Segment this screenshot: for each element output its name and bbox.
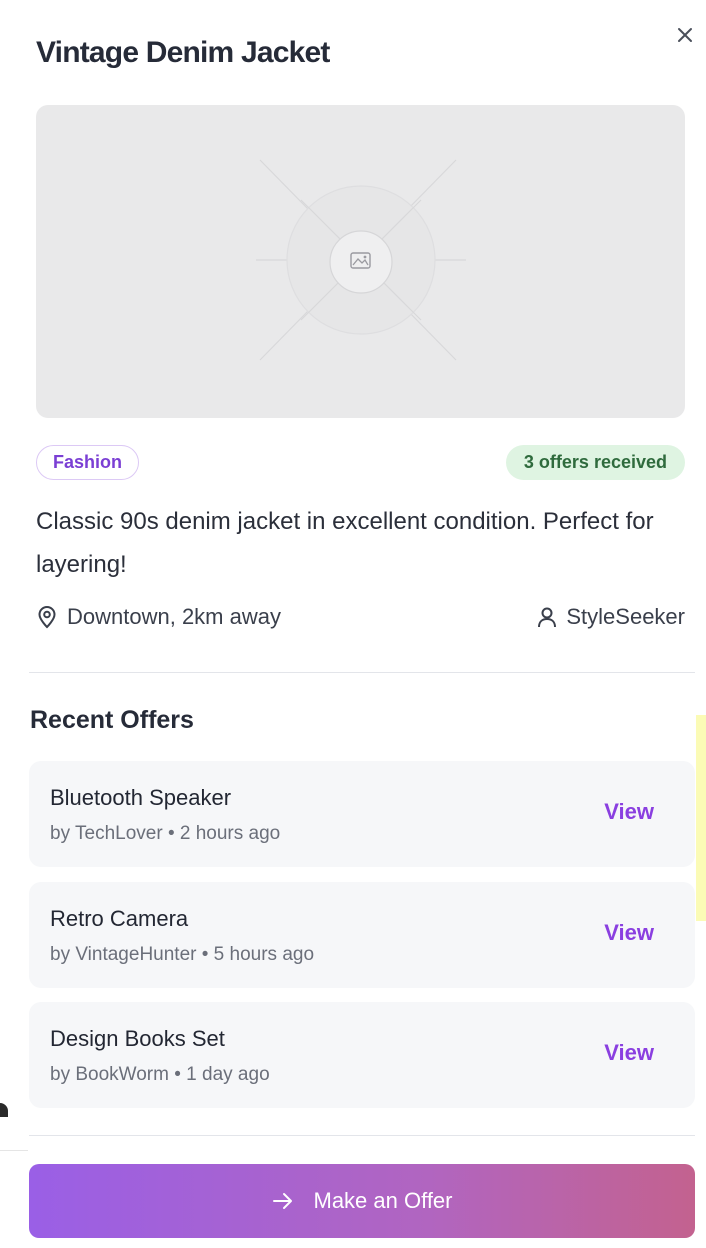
offer-item-name: Retro Camera <box>50 906 189 931</box>
footer-divider <box>29 1135 695 1136</box>
listing-title: Vintage Denim Jacket <box>36 36 330 69</box>
listing-tags: Fashion 3 offers received <box>36 445 685 481</box>
offer-card: Retro Camera by VintageHunter • 5 hours … <box>29 882 695 988</box>
arrow-right-icon <box>272 1193 292 1209</box>
location-text: Downtown, 2km away <box>67 604 281 629</box>
close-button[interactable] <box>672 22 698 48</box>
background-edge-line <box>0 1150 28 1151</box>
close-icon <box>678 28 692 42</box>
location-info: Downtown, 2km away <box>36 604 281 630</box>
offers-count-badge: 3 offers received <box>505 445 685 480</box>
offer-card: Design Books Set by BookWorm • 1 day ago… <box>29 1002 695 1108</box>
make-offer-label: Make an Offer <box>313 1188 453 1213</box>
view-offer-button[interactable]: View <box>604 799 654 825</box>
user-icon <box>538 607 557 628</box>
section-divider <box>29 672 695 673</box>
listing-modal: Vintage Denim Jacket Fashion 3 offers re… <box>0 0 706 1248</box>
offer-item-meta: by VintageHunter • 5 hours ago <box>50 944 315 965</box>
listing-description: Classic 90s denim jacket in excellent co… <box>36 508 654 578</box>
view-offer-button[interactable]: View <box>604 1040 654 1066</box>
seller-name: StyleSeeker <box>566 604 685 629</box>
offer-card: Bluetooth Speaker by TechLover • 2 hours… <box>29 761 695 867</box>
seller-info[interactable]: StyleSeeker <box>536 604 685 630</box>
offer-item-name: Design Books Set <box>50 1026 225 1051</box>
map-pin-icon <box>38 606 56 629</box>
category-badge[interactable]: Fashion <box>36 445 140 480</box>
make-offer-button[interactable]: Make an Offer <box>29 1164 695 1238</box>
offer-item-meta: by TechLover • 2 hours ago <box>50 823 281 844</box>
listing-image-placeholder <box>36 105 685 418</box>
background-sticky-note-edge <box>696 715 706 921</box>
image-placeholder-graphic <box>256 159 466 361</box>
recent-offers-title: Recent Offers <box>30 706 194 734</box>
offer-item-name: Bluetooth Speaker <box>50 785 232 810</box>
view-offer-button[interactable]: View <box>604 920 654 946</box>
listing-meta: Downtown, 2km away StyleSeeker <box>36 604 685 638</box>
offer-item-meta: by BookWorm • 1 day ago <box>50 1064 270 1085</box>
background-edge-shape <box>0 1103 8 1117</box>
